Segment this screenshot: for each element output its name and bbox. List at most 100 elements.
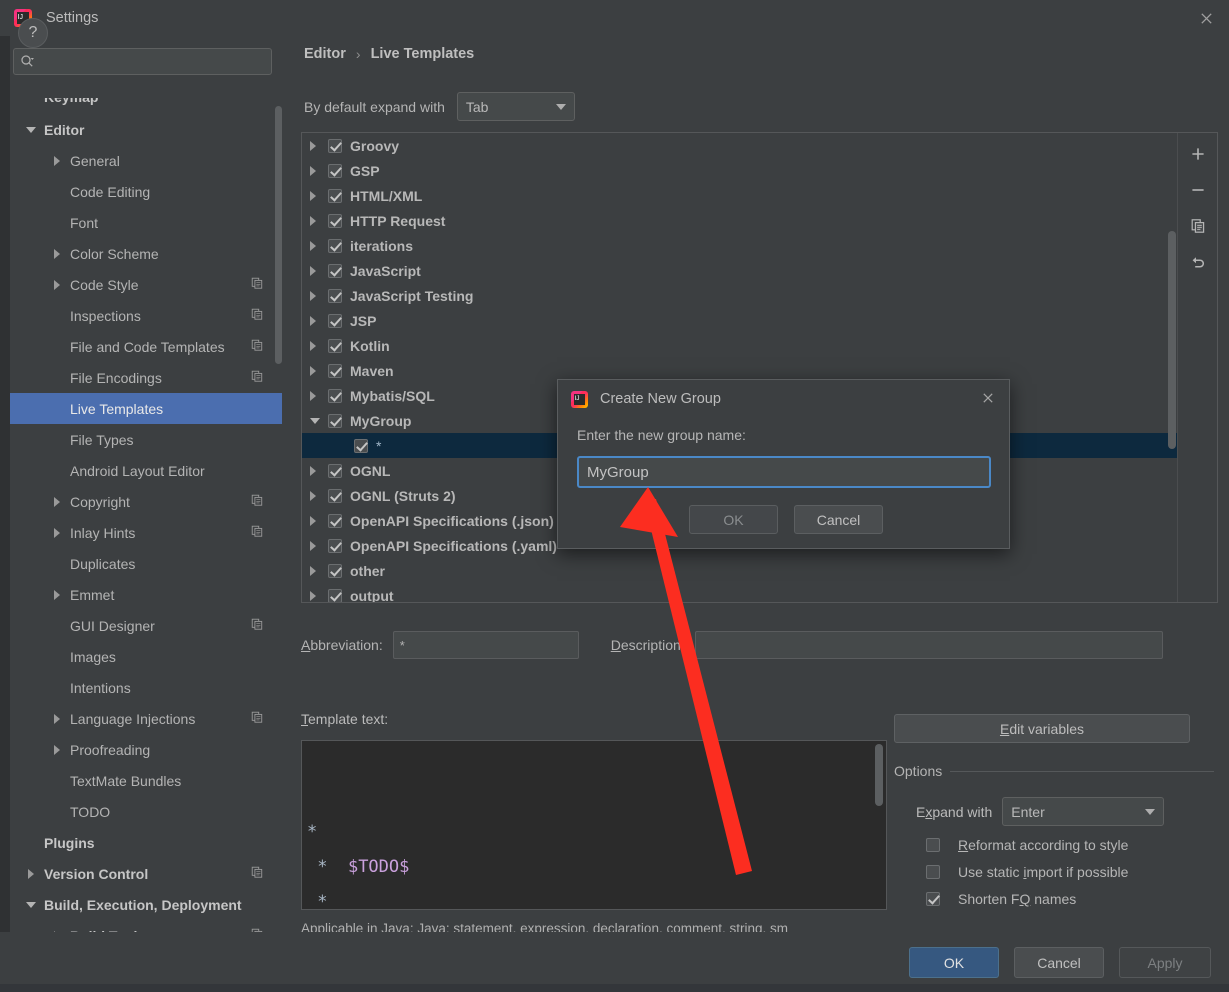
cancel-button[interactable]: Cancel	[1014, 947, 1104, 978]
chevron-right-icon[interactable]	[310, 515, 328, 526]
chevron-right-icon[interactable]	[310, 140, 328, 151]
reformat-checkbox[interactable]	[926, 838, 940, 852]
template-enabled-checkbox[interactable]	[328, 363, 342, 378]
chevron-right-icon[interactable]	[310, 365, 328, 376]
template-group-row[interactable]: JavaScript Testing	[302, 283, 1179, 308]
sidebar-item-inspections[interactable]: Inspections	[10, 300, 282, 331]
chevron-down-icon[interactable]	[24, 123, 38, 137]
chevron-right-icon[interactable]	[50, 278, 64, 292]
chevron-right-icon[interactable]	[310, 340, 328, 351]
template-group-row[interactable]: Kotlin	[302, 333, 1179, 358]
sidebar-item-font[interactable]: Font	[10, 207, 282, 238]
expand-with-select[interactable]: Enter	[1002, 797, 1165, 826]
sidebar-item-todo[interactable]: TODO	[10, 796, 282, 827]
template-enabled-checkbox[interactable]	[328, 488, 342, 503]
template-group-row[interactable]: iterations	[302, 233, 1179, 258]
template-group-row[interactable]: GSP	[302, 158, 1179, 183]
sidebar-item-color-scheme[interactable]: Color Scheme	[10, 238, 282, 269]
template-enabled-checkbox[interactable]	[354, 438, 368, 453]
remove-template-button[interactable]	[1185, 178, 1211, 202]
shorten-fq-checkbox-row[interactable]: Shorten FQ names	[894, 891, 1214, 907]
static-import-checkbox[interactable]	[926, 865, 940, 879]
template-enabled-checkbox[interactable]	[328, 588, 342, 602]
static-import-checkbox-row[interactable]: Use static import if possible	[894, 864, 1214, 880]
search-box[interactable]	[13, 48, 272, 75]
chevron-right-icon[interactable]	[310, 240, 328, 251]
sidebar-item-code-style[interactable]: Code Style	[10, 269, 282, 300]
chevron-right-icon[interactable]	[310, 315, 328, 326]
sidebar-tree[interactable]: Keymap Editor General Code Editing Font Color…	[10, 98, 282, 932]
sidebar-item-editor[interactable]: Editor	[10, 114, 282, 145]
duplicate-template-button[interactable]	[1185, 214, 1211, 238]
template-enabled-checkbox[interactable]	[328, 163, 342, 178]
chevron-right-icon[interactable]	[50, 712, 64, 726]
template-enabled-checkbox[interactable]	[328, 213, 342, 228]
dialog-cancel-button[interactable]: Cancel	[794, 505, 883, 534]
chevron-right-icon[interactable]	[310, 540, 328, 551]
editor-scrollbar[interactable]	[875, 744, 883, 806]
chevron-right-icon[interactable]	[50, 495, 64, 509]
sidebar-item-file-and-code-templates[interactable]: File and Code Templates	[10, 331, 282, 362]
search-input[interactable]	[35, 54, 265, 69]
close-icon[interactable]	[981, 391, 995, 408]
sidebar-item-build-tools[interactable]: Build Tools	[10, 920, 282, 932]
sidebar-item-live-templates[interactable]: Live Templates	[10, 393, 282, 424]
template-group-row[interactable]: JavaScript	[302, 258, 1179, 283]
template-enabled-checkbox[interactable]	[328, 263, 342, 278]
template-enabled-checkbox[interactable]	[328, 138, 342, 153]
template-group-row[interactable]: output	[302, 583, 1179, 602]
apply-button[interactable]: Apply	[1119, 947, 1211, 978]
template-enabled-checkbox[interactable]	[328, 313, 342, 328]
sidebar-item-gui-designer[interactable]: GUI Designer	[10, 610, 282, 641]
chevron-right-icon[interactable]	[50, 743, 64, 757]
abbreviation-input[interactable]	[392, 631, 579, 659]
sidebar-item-file-types[interactable]: File Types	[10, 424, 282, 455]
sidebar-item-code-editing[interactable]: Code Editing	[10, 176, 282, 207]
template-enabled-checkbox[interactable]	[328, 463, 342, 478]
chevron-right-icon[interactable]	[310, 490, 328, 501]
sidebar-item-duplicates[interactable]: Duplicates	[10, 548, 282, 579]
sidebar-scrollbar[interactable]	[275, 106, 282, 364]
chevron-right-icon[interactable]	[310, 215, 328, 226]
chevron-right-icon[interactable]	[310, 290, 328, 301]
template-enabled-checkbox[interactable]	[328, 513, 342, 528]
sidebar-item-images[interactable]: Images	[10, 641, 282, 672]
template-enabled-checkbox[interactable]	[328, 338, 342, 353]
add-template-button[interactable]	[1185, 142, 1211, 166]
template-enabled-checkbox[interactable]	[328, 413, 342, 428]
chevron-right-icon[interactable]	[50, 526, 64, 540]
template-enabled-checkbox[interactable]	[328, 388, 342, 403]
sidebar-item-copyright[interactable]: Copyright	[10, 486, 282, 517]
sidebar-item-emmet[interactable]: Emmet	[10, 579, 282, 610]
template-enabled-checkbox[interactable]	[328, 188, 342, 203]
template-enabled-checkbox[interactable]	[328, 238, 342, 253]
sidebar-item-general[interactable]: General	[10, 145, 282, 176]
template-group-row[interactable]: other	[302, 558, 1179, 583]
chevron-right-icon[interactable]	[310, 190, 328, 201]
sidebar-item-textmate-bundles[interactable]: TextMate Bundles	[10, 765, 282, 796]
sidebar-item-language-injections[interactable]: Language Injections	[10, 703, 282, 734]
description-input[interactable]	[694, 631, 1163, 659]
template-group-row[interactable]: JSP	[302, 308, 1179, 333]
chevron-right-icon[interactable]	[310, 390, 328, 401]
chevron-right-icon[interactable]	[310, 565, 328, 576]
chevron-right-icon[interactable]	[310, 165, 328, 176]
sidebar-item-inlay-hints[interactable]: Inlay Hints	[10, 517, 282, 548]
dialog-ok-button[interactable]: OK	[689, 505, 778, 534]
template-enabled-checkbox[interactable]	[328, 538, 342, 553]
sidebar-item-file-encodings[interactable]: File Encodings	[10, 362, 282, 393]
template-group-row[interactable]: HTTP Request	[302, 208, 1179, 233]
breadcrumb-parent[interactable]: Editor	[304, 46, 346, 62]
reformat-checkbox-row[interactable]: Reformat according to style	[894, 837, 1214, 853]
sidebar-item-plugins[interactable]: Plugins	[10, 827, 282, 858]
sidebar-item-android-layout-editor[interactable]: Android Layout Editor	[10, 455, 282, 486]
chevron-right-icon[interactable]	[310, 265, 328, 276]
sidebar-item-version-control[interactable]: Version Control	[10, 858, 282, 889]
template-enabled-checkbox[interactable]	[328, 563, 342, 578]
close-icon[interactable]	[1183, 0, 1229, 36]
template-text-editor[interactable]: * * $TODO$ * * @author weisn $param$	[301, 740, 887, 910]
sidebar-item-proofreading[interactable]: Proofreading	[10, 734, 282, 765]
group-name-input[interactable]	[577, 456, 991, 488]
chevron-right-icon[interactable]	[50, 154, 64, 168]
default-expand-select[interactable]: Tab	[456, 92, 575, 121]
